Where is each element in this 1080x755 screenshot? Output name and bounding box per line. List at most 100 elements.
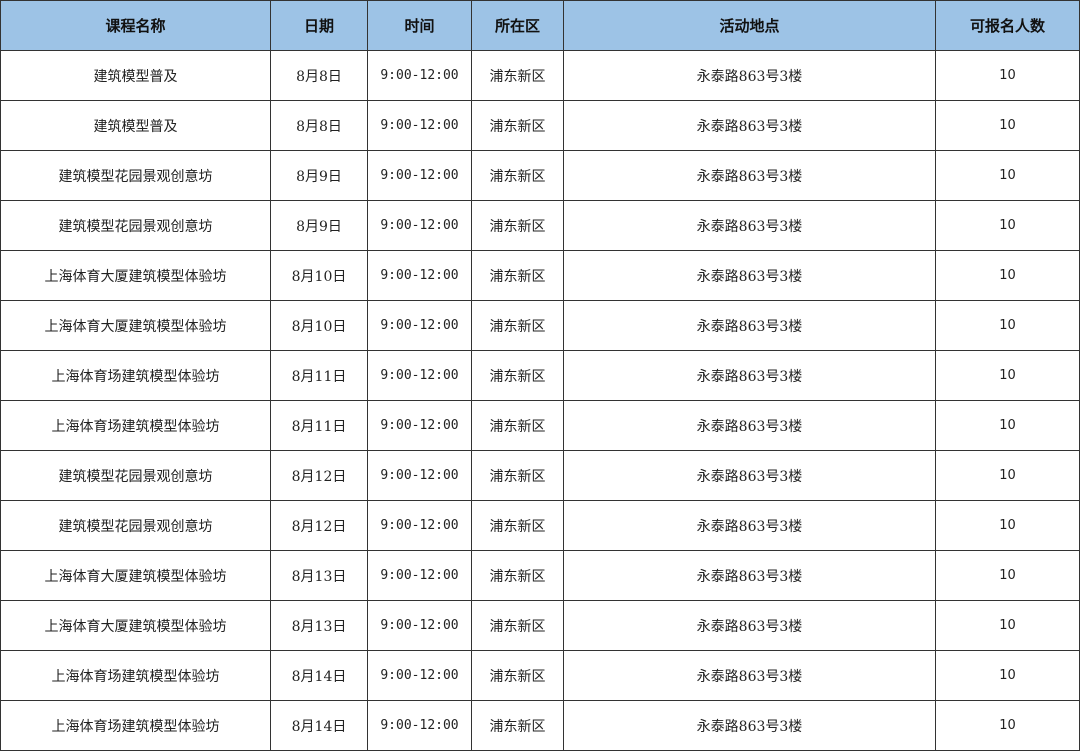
course-name-cell: 建筑模型花园景观创意坊 — [0, 150, 271, 201]
capacity-cell: 10 — [935, 100, 1080, 151]
date-cell: 8月12日 — [270, 500, 368, 551]
location-cell: 永泰路863号3楼 — [563, 200, 936, 251]
table-row: 上海体育大厦建筑模型体验坊 8月13日 9:00-12:00 浦东新区 永泰路863号3… — [0, 550, 1080, 601]
district-cell: 浦东新区 — [471, 400, 564, 451]
capacity-cell: 10 — [935, 550, 1080, 601]
capacity-cell: 10 — [935, 200, 1080, 251]
capacity-cell: 10 — [935, 500, 1080, 551]
location-cell: 永泰路863号3楼 — [563, 500, 936, 551]
table-row: 建筑模型花园景观创意坊 8月9日 9:00-12:00 浦东新区 永泰路863号3楼 10 — [0, 150, 1080, 201]
district-cell: 浦东新区 — [471, 150, 564, 201]
time-cell: 9:00-12:00 — [367, 450, 472, 501]
location-cell: 永泰路863号3楼 — [563, 400, 936, 451]
location-cell: 永泰路863号3楼 — [563, 650, 936, 701]
table-row: 上海体育场建筑模型体验坊 8月14日 9:00-12:00 浦东新区 永泰路863号3楼… — [0, 650, 1080, 701]
course-name-cell: 建筑模型普及 — [0, 50, 271, 101]
table-row: 建筑模型花园景观创意坊 8月12日 9:00-12:00 浦东新区 永泰路863号3楼 1… — [0, 450, 1080, 501]
district-cell: 浦东新区 — [471, 650, 564, 701]
district-cell: 浦东新区 — [471, 350, 564, 401]
time-cell: 9:00-12:00 — [367, 550, 472, 601]
district-cell: 浦东新区 — [471, 300, 564, 351]
location-cell: 永泰路863号3楼 — [563, 50, 936, 101]
location-cell: 永泰路863号3楼 — [563, 700, 936, 751]
course-name-cell: 上海体育大厦建筑模型体验坊 — [0, 550, 271, 601]
district-cell: 浦东新区 — [471, 200, 564, 251]
capacity-cell: 10 — [935, 450, 1080, 501]
date-cell: 8月8日 — [270, 50, 368, 101]
course-name-cell: 建筑模型花园景观创意坊 — [0, 450, 271, 501]
time-cell: 9:00-12:00 — [367, 150, 472, 201]
course-name-cell: 上海体育场建筑模型体验坊 — [0, 400, 271, 451]
date-cell: 8月10日 — [270, 300, 368, 351]
time-cell: 9:00-12:00 — [367, 250, 472, 301]
district-cell: 浦东新区 — [471, 50, 564, 101]
capacity-cell: 10 — [935, 350, 1080, 401]
location-cell: 永泰路863号3楼 — [563, 550, 936, 601]
date-cell: 8月12日 — [270, 450, 368, 501]
header-course-name: 课程名称 — [0, 0, 271, 51]
date-cell: 8月10日 — [270, 250, 368, 301]
capacity-cell: 10 — [935, 700, 1080, 751]
capacity-cell: 10 — [935, 600, 1080, 651]
date-cell: 8月9日 — [270, 150, 368, 201]
time-cell: 9:00-12:00 — [367, 300, 472, 351]
table-row: 上海体育大厦建筑模型体验坊 8月10日 9:00-12:00 浦东新区 永泰路863号3… — [0, 300, 1080, 351]
header-time: 时间 — [367, 0, 472, 51]
table-row: 建筑模型花园景观创意坊 8月12日 9:00-12:00 浦东新区 永泰路863号3楼 1… — [0, 500, 1080, 551]
course-name-cell: 上海体育大厦建筑模型体验坊 — [0, 600, 271, 651]
capacity-cell: 10 — [935, 300, 1080, 351]
time-cell: 9:00-12:00 — [367, 400, 472, 451]
capacity-cell: 10 — [935, 400, 1080, 451]
time-cell: 9:00-12:00 — [367, 600, 472, 651]
location-cell: 永泰路863号3楼 — [563, 100, 936, 151]
location-cell: 永泰路863号3楼 — [563, 350, 936, 401]
date-cell: 8月11日 — [270, 350, 368, 401]
course-name-cell: 建筑模型普及 — [0, 100, 271, 151]
time-cell: 9:00-12:00 — [367, 650, 472, 701]
header-date: 日期 — [270, 0, 368, 51]
time-cell: 9:00-12:00 — [367, 100, 472, 151]
district-cell: 浦东新区 — [471, 500, 564, 551]
district-cell: 浦东新区 — [471, 250, 564, 301]
date-cell: 8月13日 — [270, 600, 368, 651]
location-cell: 永泰路863号3楼 — [563, 600, 936, 651]
table-header-row: 课程名称 日期 时间 所在区 活动地点 可报名人数 — [0, 0, 1080, 51]
table-row: 上海体育场建筑模型体验坊 8月11日 9:00-12:00 浦东新区 永泰路863号3楼… — [0, 400, 1080, 451]
capacity-cell: 10 — [935, 150, 1080, 201]
course-schedule-table: 课程名称 日期 时间 所在区 活动地点 可报名人数 建筑模型普及 8月8日 9:00… — [0, 0, 1080, 751]
date-cell: 8月13日 — [270, 550, 368, 601]
course-name-cell: 建筑模型花园景观创意坊 — [0, 200, 271, 251]
header-capacity: 可报名人数 — [935, 0, 1080, 51]
course-name-cell: 上海体育大厦建筑模型体验坊 — [0, 300, 271, 351]
table-body: 建筑模型普及 8月8日 9:00-12:00 浦东新区 永泰路863号3楼 10 建筑模型普… — [0, 50, 1080, 751]
time-cell: 9:00-12:00 — [367, 350, 472, 401]
date-cell: 8月14日 — [270, 700, 368, 751]
capacity-cell: 10 — [935, 650, 1080, 701]
course-name-cell: 上海体育大厦建筑模型体验坊 — [0, 250, 271, 301]
location-cell: 永泰路863号3楼 — [563, 250, 936, 301]
header-location: 活动地点 — [563, 0, 936, 51]
location-cell: 永泰路863号3楼 — [563, 450, 936, 501]
time-cell: 9:00-12:00 — [367, 500, 472, 551]
date-cell: 8月8日 — [270, 100, 368, 151]
district-cell: 浦东新区 — [471, 600, 564, 651]
date-cell: 8月9日 — [270, 200, 368, 251]
district-cell: 浦东新区 — [471, 450, 564, 501]
district-cell: 浦东新区 — [471, 100, 564, 151]
header-district: 所在区 — [471, 0, 564, 51]
course-name-cell: 建筑模型花园景观创意坊 — [0, 500, 271, 551]
table-row: 上海体育大厦建筑模型体验坊 8月13日 9:00-12:00 浦东新区 永泰路863号3… — [0, 600, 1080, 651]
date-cell: 8月14日 — [270, 650, 368, 701]
time-cell: 9:00-12:00 — [367, 200, 472, 251]
time-cell: 9:00-12:00 — [367, 50, 472, 101]
table-row: 上海体育场建筑模型体验坊 8月14日 9:00-12:00 浦东新区 永泰路863号3楼… — [0, 700, 1080, 751]
location-cell: 永泰路863号3楼 — [563, 150, 936, 201]
table-row: 建筑模型花园景观创意坊 8月9日 9:00-12:00 浦东新区 永泰路863号3楼 10 — [0, 200, 1080, 251]
district-cell: 浦东新区 — [471, 700, 564, 751]
date-cell: 8月11日 — [270, 400, 368, 451]
course-name-cell: 上海体育场建筑模型体验坊 — [0, 350, 271, 401]
time-cell: 9:00-12:00 — [367, 700, 472, 751]
table-row: 上海体育大厦建筑模型体验坊 8月10日 9:00-12:00 浦东新区 永泰路863号3… — [0, 250, 1080, 301]
location-cell: 永泰路863号3楼 — [563, 300, 936, 351]
table-row: 建筑模型普及 8月8日 9:00-12:00 浦东新区 永泰路863号3楼 10 — [0, 50, 1080, 101]
